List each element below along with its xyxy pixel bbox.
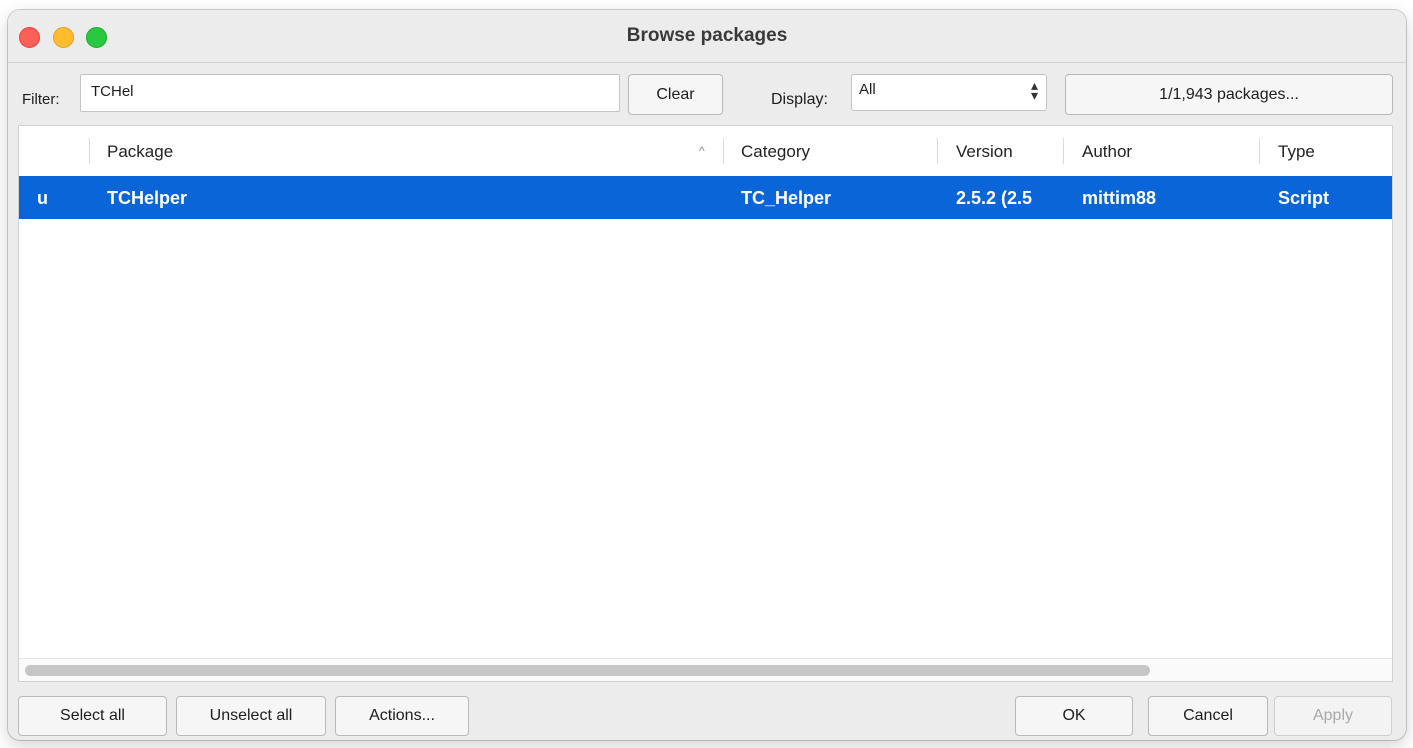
display-select-value: All <box>859 81 876 98</box>
table-header: Package ^ Category Version Author Type <box>19 126 1392 176</box>
filter-input[interactable]: TCHel <box>80 74 620 112</box>
select-arrows-icon: ▴ ▾ <box>1030 77 1038 103</box>
packages-table: Package ^ Category Version Author Type u… <box>18 125 1393 682</box>
packages-button[interactable]: 1/1,943 packages... <box>1065 74 1393 115</box>
clear-button[interactable]: Clear <box>628 74 723 115</box>
window-title: Browse packages <box>626 25 788 46</box>
sort-ascending-icon: ^ <box>699 144 705 158</box>
column-header-version[interactable]: Version <box>956 142 1013 162</box>
row-author: mittim88 <box>1082 188 1157 208</box>
scrollbar-thumb[interactable] <box>25 665 1150 676</box>
actions-button[interactable]: Actions... <box>335 696 469 736</box>
apply-button[interactable]: Apply <box>1274 696 1392 736</box>
cancel-button[interactable]: Cancel <box>1148 696 1268 736</box>
unselect-all-button[interactable]: Unselect all <box>176 696 326 736</box>
column-separator[interactable] <box>937 138 938 164</box>
bottom-bar: Select all Unselect all Actions... OK Ca… <box>8 696 1406 736</box>
column-separator[interactable] <box>1259 138 1260 164</box>
column-separator[interactable] <box>723 138 724 164</box>
title-bar[interactable]: Browse packages <box>8 10 1406 63</box>
column-header-category[interactable]: Category <box>741 142 810 162</box>
browse-packages-window: Browse packages Filter: TCHel Clear Disp… <box>8 10 1406 740</box>
column-header-author[interactable]: Author <box>1082 142 1132 162</box>
display-select[interactable]: All ▴ ▾ <box>851 74 1047 111</box>
select-all-button[interactable]: Select all <box>18 696 167 736</box>
column-header-type[interactable]: Type <box>1278 142 1315 162</box>
filter-label: Filter: <box>22 91 60 108</box>
row-version: 2.5.2 (2.5 <box>956 188 1033 208</box>
column-header-package[interactable]: Package <box>107 142 173 162</box>
horizontal-scrollbar[interactable] <box>19 658 1392 681</box>
row-status: u <box>37 188 48 208</box>
column-separator[interactable] <box>89 138 90 164</box>
row-type: Script <box>1278 188 1330 208</box>
display-label: Display: <box>771 91 828 108</box>
column-separator[interactable] <box>1063 138 1064 164</box>
toolbar: Filter: TCHel Clear Display: All ▴ ▾ 1/1,… <box>8 70 1406 116</box>
row-package: TCHelper <box>107 188 188 208</box>
row-category: TC_Helper <box>741 188 832 208</box>
ok-button[interactable]: OK <box>1015 696 1133 736</box>
table-row[interactable]: u TCHelper TC_Helper 2.5.2 (2.5 mittim88… <box>19 176 1392 219</box>
